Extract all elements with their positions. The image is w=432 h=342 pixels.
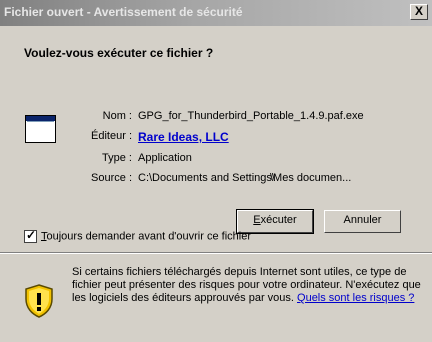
application-window-icon xyxy=(25,115,56,143)
cancel-button[interactable]: Annuler xyxy=(324,210,401,233)
source-label: Source : xyxy=(91,172,132,184)
window-title: Fichier ouvert - Avertissement de sécuri… xyxy=(4,5,243,19)
run-button-label: xécuter xyxy=(260,214,297,226)
publisher-label: Éditeur : xyxy=(91,130,132,142)
close-button[interactable]: X xyxy=(410,4,428,20)
dialog-heading: Voulez-vous exécuter ce fichier ? xyxy=(24,46,214,60)
publisher-link[interactable]: Rare Ideas, LLC xyxy=(138,130,229,144)
close-icon: X xyxy=(414,4,423,18)
type-value: Application xyxy=(138,152,192,164)
name-value: GPG_for_Thunderbird_Portable_1.4.9.paf.e… xyxy=(138,110,364,122)
always-ask-label: oujours demander avant d'ouvrir ce fichi… xyxy=(46,230,251,243)
risks-link[interactable]: Quels sont les risques ? xyxy=(297,292,414,304)
source-value: C:\Documents and Settings\ xyxy=(138,172,275,184)
run-button-accel: E xyxy=(253,214,261,226)
source-value-end: \Mes documen... xyxy=(270,172,352,184)
type-label: Type : xyxy=(102,152,132,164)
name-label: Nom : xyxy=(102,110,132,122)
divider xyxy=(0,252,432,254)
security-shield-icon xyxy=(25,284,53,318)
dialog-body: Voulez-vous exécuter ce fichier ? Nom : … xyxy=(0,26,432,238)
title-bar[interactable]: Fichier ouvert - Avertissement de sécuri… xyxy=(0,0,432,26)
always-ask-option[interactable]: Toujours demander avant d'ouvrir ce fich… xyxy=(24,228,251,243)
always-ask-checkbox[interactable] xyxy=(24,228,37,243)
security-warning: Si certains fichiers téléchargés depuis … xyxy=(72,266,427,305)
